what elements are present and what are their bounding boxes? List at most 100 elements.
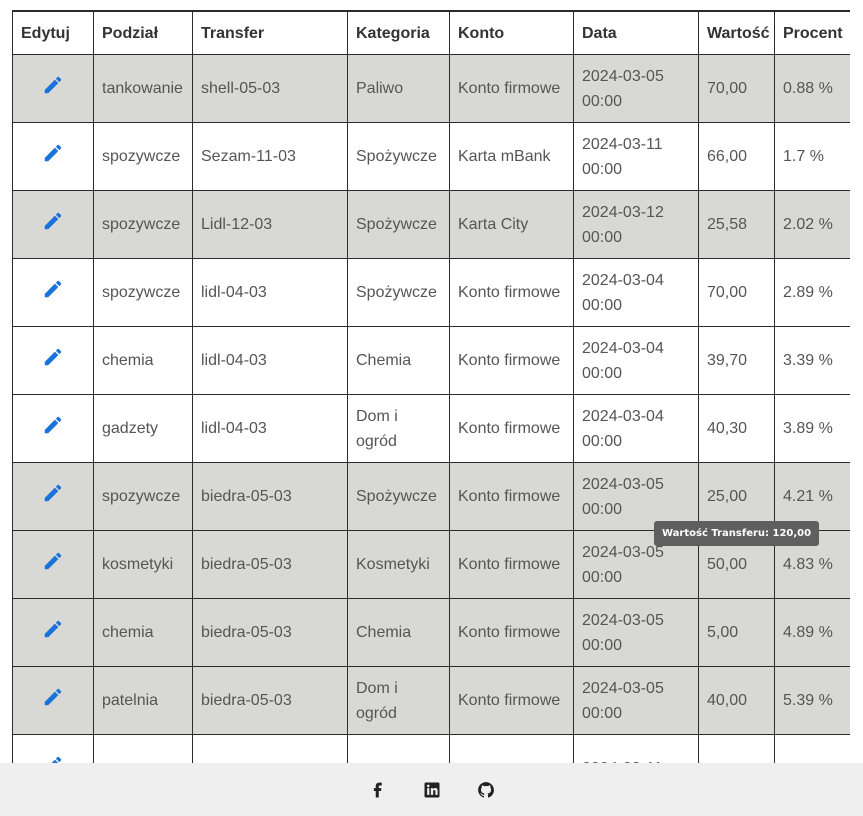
cell-konto: Konto firmowe [449,666,574,735]
cell-data: 2024-03-05 00:00 [573,54,699,123]
cell-procent: 3.39 % [774,326,850,395]
cell-wartosc: 40,00 [698,666,775,735]
cell-transfer: lidl-04-03 [192,258,348,327]
edit-cell [12,666,94,735]
cell-konto: Konto firmowe [449,530,574,599]
edit-pencil-icon[interactable] [42,686,64,708]
cell-kategoria: Spożywcze [347,258,450,327]
cell-konto: Konto firmowe [449,598,574,667]
cell-transfer: Sezam-11-03 [192,122,348,191]
cell-podzial: spozywcze [93,462,193,531]
table-row: spozywcze lidl-04-03 Spożywcze Konto firmow… [12,258,850,327]
cell-podzial: kosmetyki [93,530,193,599]
header-procent[interactable]: Procent [774,10,850,55]
github-icon[interactable] [477,781,495,799]
cell-konto: Konto firmowe [449,462,574,531]
header-kategoria[interactable]: Kategoria [347,10,450,55]
edit-pencil-icon[interactable] [42,346,64,368]
cell-transfer: biedra-05-03 [192,530,348,599]
cell-konto: Karta City [449,190,574,259]
cell-kategoria: Paliwo [347,54,450,123]
cell-konto: Konto firmowe [449,258,574,327]
cell-kategoria: Chemia [347,598,450,667]
edit-cell [12,530,94,599]
cell-kategoria: Spożywcze [347,190,450,259]
cell-podzial: chemia [93,598,193,667]
header-konto[interactable]: Konto [449,10,574,55]
cell-transfer: lidl-04-03 [192,394,348,463]
cell-podzial: spozywcze [93,122,193,191]
cell-wartosc: 5,00 [698,598,775,667]
table-row: gadzety lidl-04-03 Dom i ogród Konto firmow… [12,394,850,463]
table-row: tankowanie shell-05-03 Paliwo Konto firmowe… [12,54,850,123]
cell-kategoria: Dom i ogród [347,666,450,735]
transactions-table-container: Edytuj Podział Transfer Kategoria Konto … [12,10,850,770]
edit-pencil-icon[interactable] [42,142,64,164]
cell-data: 2024-03-04 00:00 [573,326,699,395]
edit-pencil-icon[interactable] [42,278,64,300]
cell-kategoria: Kosmetyki [347,530,450,599]
edit-cell [12,190,94,259]
edit-pencil-icon[interactable] [42,618,64,640]
linkedin-icon[interactable] [423,781,441,799]
cell-podzial: chemia [93,326,193,395]
cell-procent: 3.89 % [774,394,850,463]
table-row: patelnia biedra-05-03 Dom i ogród Konto fir… [12,666,850,735]
cell-podzial: tankowanie [93,54,193,123]
table-row: chemia lidl-04-03 Chemia Konto firmowe 2024-… [12,326,850,395]
cell-konto: Konto firmowe [449,394,574,463]
cell-data: 2024-03-04 00:00 [573,394,699,463]
edit-pencil-icon[interactable] [42,210,64,232]
cell-wartosc: 70,00 [698,54,775,123]
cell-data: 2024-03-11 00:00 [573,122,699,191]
facebook-icon[interactable] [369,781,387,799]
cell-procent: 0.88 % [774,54,850,123]
transactions-table: Edytuj Podział Transfer Kategoria Konto … [12,10,850,770]
table-row: chemia biedra-05-03 Chemia Konto firmowe 202… [12,598,850,667]
cell-procent: 2.02 % [774,190,850,259]
edit-pencil-icon[interactable] [42,414,64,436]
header-transfer[interactable]: Transfer [192,10,348,55]
cell-transfer: Lidl-12-03 [192,190,348,259]
edit-cell [12,462,94,531]
edit-cell [12,122,94,191]
edit-cell [12,394,94,463]
cell-transfer: lidl-04-03 [192,326,348,395]
cell-transfer: shell-05-03 [192,54,348,123]
header-data[interactable]: Data [573,10,699,55]
cell-konto: Konto firmowe [449,326,574,395]
cell-kategoria: Spożywcze [347,462,450,531]
cell-data: 2024-03-04 00:00 [573,258,699,327]
cell-podzial: gadzety [93,394,193,463]
cell-konto: Karta mBank [449,122,574,191]
cell-wartosc: 25,58 [698,190,775,259]
cell-transfer: biedra-05-03 [192,462,348,531]
cell-wartosc: 66,00 [698,122,775,191]
edit-cell [12,326,94,395]
edit-pencil-icon[interactable] [42,550,64,572]
header-wartosc[interactable]: Wartość [698,10,775,55]
header-podzial[interactable]: Podział [93,10,193,55]
edit-pencil-icon[interactable] [42,74,64,96]
cell-wartosc: 70,00 [698,258,775,327]
table-row: spozywcze Sezam-11-03 Spożywcze Karta mBank… [12,122,850,191]
cell-procent: 5.39 % [774,666,850,735]
cell-wartosc: 39,70 [698,326,775,395]
cell-transfer: biedra-05-03 [192,598,348,667]
footer [0,763,863,816]
cell-kategoria: Spożywcze [347,122,450,191]
edit-pencil-icon[interactable] [42,482,64,504]
cell-podzial: spozywcze [93,258,193,327]
cell-data: 2024-03-12 00:00 [573,190,699,259]
cell-procent: 2.89 % [774,258,850,327]
cell-wartosc: 40,30 [698,394,775,463]
edit-cell [12,258,94,327]
cell-procent: 1.7 % [774,122,850,191]
cell-podzial: patelnia [93,666,193,735]
edit-cell [12,54,94,123]
value-tooltip: Wartość Transferu: 120,00 [654,521,820,546]
edit-cell [12,598,94,667]
header-edytuj[interactable]: Edytuj [12,10,94,55]
cell-transfer: biedra-05-03 [192,666,348,735]
cell-podzial: spozywcze [93,190,193,259]
